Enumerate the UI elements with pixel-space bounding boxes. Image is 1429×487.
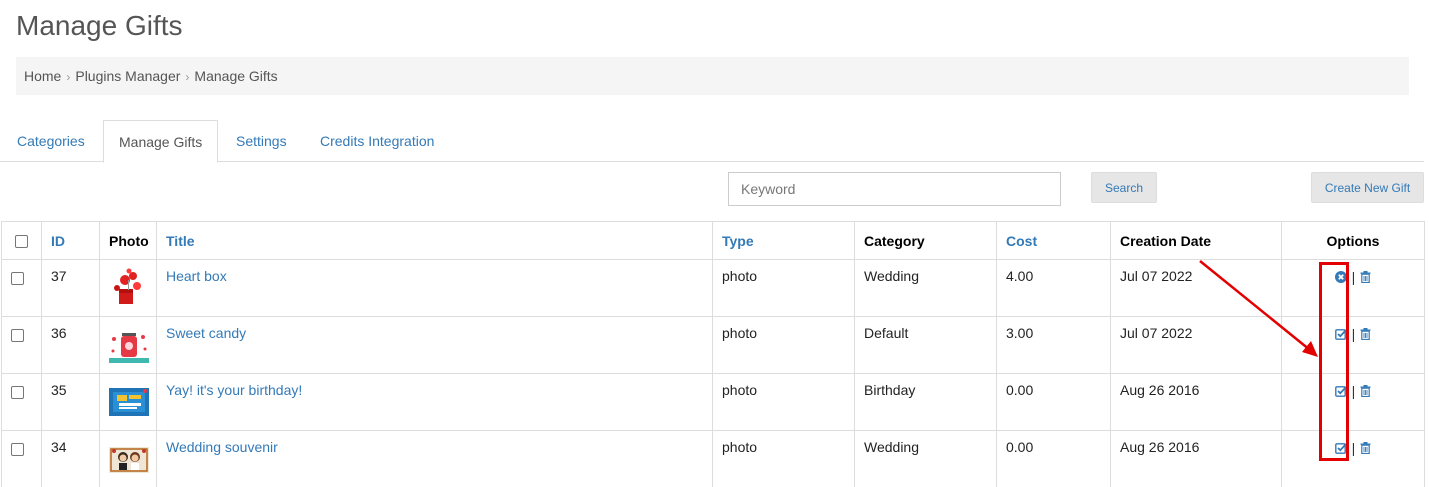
trash-icon[interactable]: [1360, 271, 1371, 284]
search-button[interactable]: Search: [1091, 172, 1157, 203]
row-checkbox[interactable]: [11, 328, 24, 342]
gift-cost: 3.00: [996, 316, 1111, 374]
column-header-cost[interactable]: Cost: [996, 221, 1111, 260]
table-row: 36 Sweet candy photo Default 3.00 Jul 07…: [1, 316, 1425, 374]
trash-icon[interactable]: [1360, 385, 1371, 398]
row-select-cell: [1, 373, 42, 431]
gift-photo-cell: [99, 259, 157, 317]
gift-photo-cell: [99, 373, 157, 431]
gift-options: |: [1281, 373, 1425, 431]
row-select-cell: [1, 430, 42, 487]
tab-categories[interactable]: Categories: [17, 120, 85, 162]
tab-manage-gifts[interactable]: Manage Gifts: [103, 120, 219, 163]
gift-creation-date: Jul 07 2022: [1110, 316, 1282, 374]
column-header-photo: Photo: [99, 221, 157, 260]
gifts-table: ID Photo Title Type Category Cost Creati…: [1, 221, 1425, 487]
gift-category: Wedding: [854, 430, 997, 487]
options-separator: |: [1351, 326, 1356, 343]
column-header-title[interactable]: Title: [156, 221, 713, 260]
create-new-gift-button[interactable]: Create New Gift: [1311, 172, 1424, 203]
row-checkbox[interactable]: [11, 271, 24, 285]
row-select-cell: [1, 259, 42, 317]
gift-cost: 0.00: [996, 373, 1111, 431]
gift-type: photo: [712, 430, 855, 487]
gift-thumbnail-heart-box[interactable]: [109, 268, 149, 308]
select-all-checkbox[interactable]: [15, 235, 28, 249]
table-header-row: ID Photo Title Type Category Cost Creati…: [1, 221, 1425, 260]
breadcrumb-current: Manage Gifts: [194, 68, 278, 84]
gift-creation-date: Jul 07 2022: [1110, 259, 1282, 317]
gift-options: |: [1281, 316, 1425, 374]
row-checkbox[interactable]: [11, 442, 24, 456]
gift-thumbnail-wedding-souvenir[interactable]: [109, 439, 149, 479]
column-header-type[interactable]: Type: [712, 221, 855, 260]
column-header-category: Category: [854, 221, 997, 260]
table-row: 34 Wedding souvenir photo Wedding 0.00 A…: [1, 430, 1425, 487]
tab-settings[interactable]: Settings: [236, 120, 287, 162]
options-separator: |: [1351, 383, 1356, 400]
gift-type: photo: [712, 373, 855, 431]
gift-title-link[interactable]: Yay! it's your birthday!: [156, 373, 713, 431]
table-row: 37 Heart box photo Wedding 4.00 Jul 07 2…: [1, 259, 1425, 317]
gift-category: Wedding: [854, 259, 997, 317]
gift-thumbnail-sweet-candy[interactable]: [109, 325, 149, 365]
trash-icon[interactable]: [1360, 328, 1371, 341]
options-separator: |: [1351, 269, 1356, 286]
chevron-right-icon: ›: [66, 70, 71, 84]
gift-id: 34: [41, 430, 100, 487]
gift-category: Default: [854, 316, 997, 374]
gift-title-link[interactable]: Wedding souvenir: [156, 430, 713, 487]
gift-title-link[interactable]: Sweet candy: [156, 316, 713, 374]
column-header-creation-date: Creation Date: [1110, 221, 1282, 260]
tab-credits-integration[interactable]: Credits Integration: [320, 120, 434, 162]
chevron-right-icon: ›: [185, 70, 190, 84]
gift-cost: 4.00: [996, 259, 1111, 317]
search-input[interactable]: [728, 172, 1061, 206]
gift-id: 37: [41, 259, 100, 317]
options-separator: |: [1351, 440, 1356, 457]
gift-type: photo: [712, 259, 855, 317]
gift-photo-cell: [99, 430, 157, 487]
gift-id: 35: [41, 373, 100, 431]
row-select-cell: [1, 316, 42, 374]
gift-creation-date: Aug 26 2016: [1110, 373, 1282, 431]
gift-type: photo: [712, 316, 855, 374]
column-header-id[interactable]: ID: [41, 221, 100, 260]
breadcrumb-home[interactable]: Home: [24, 68, 61, 84]
gift-options: |: [1281, 259, 1425, 317]
gift-category: Birthday: [854, 373, 997, 431]
table-row: 35 Yay! it's your birthday! photo Birthd…: [1, 373, 1425, 431]
row-checkbox[interactable]: [11, 385, 24, 399]
page-title: Manage Gifts: [16, 10, 183, 41]
trash-icon[interactable]: [1360, 442, 1371, 455]
tab-bar: Categories Manage Gifts Settings Credits…: [0, 120, 1424, 163]
gift-creation-date: Aug 26 2016: [1110, 430, 1282, 487]
gift-title-link[interactable]: Heart box: [156, 259, 713, 317]
gift-cost: 0.00: [996, 430, 1111, 487]
select-all-cell: [1, 221, 42, 260]
column-header-options: Options: [1281, 221, 1425, 260]
gift-id: 36: [41, 316, 100, 374]
gift-thumbnail-birthday[interactable]: [109, 382, 149, 422]
gift-options: |: [1281, 430, 1425, 487]
annotation-highlight-box: [1319, 262, 1349, 461]
breadcrumb: Home › Plugins Manager › Manage Gifts: [16, 57, 1409, 95]
breadcrumb-plugins-manager[interactable]: Plugins Manager: [75, 68, 180, 84]
gift-photo-cell: [99, 316, 157, 374]
